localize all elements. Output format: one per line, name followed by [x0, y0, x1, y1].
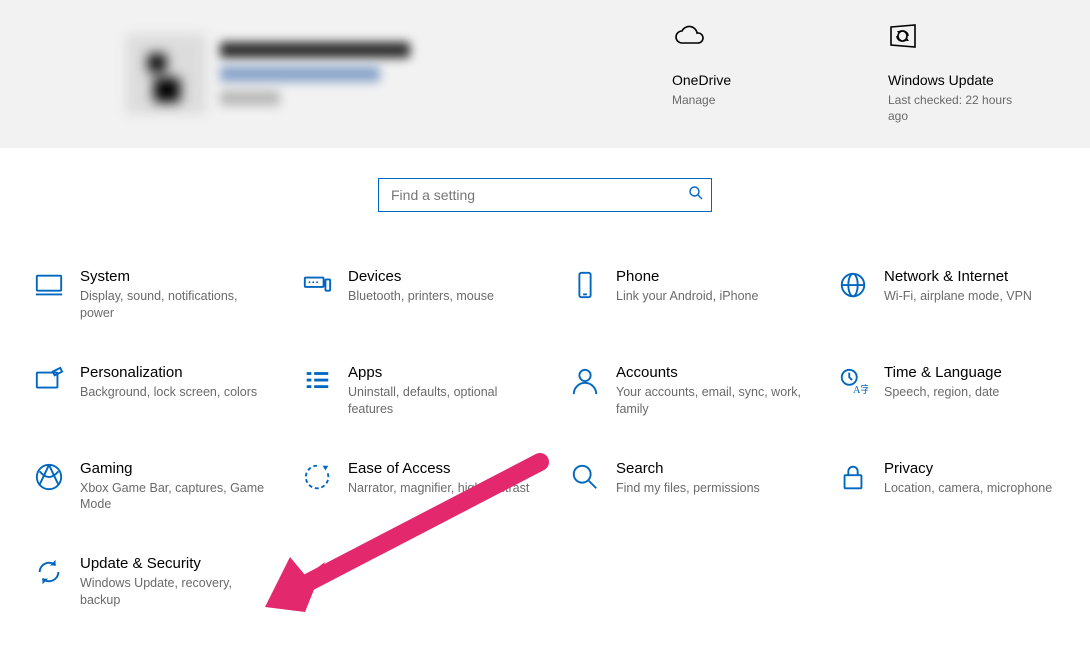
category-devices[interactable]: Devices Bluetooth, printers, mouse	[302, 268, 552, 322]
search-box[interactable]	[378, 178, 712, 212]
windows-update-icon	[888, 24, 1028, 54]
category-system[interactable]: System Display, sound, notifications, po…	[34, 268, 284, 322]
category-subtitle: Link your Android, iPhone	[616, 288, 758, 305]
system-icon	[34, 270, 66, 302]
category-subtitle: Speech, region, date	[884, 384, 1002, 401]
category-subtitle: Narrator, magnifier, high contrast	[348, 480, 529, 497]
category-title: Update & Security	[80, 555, 274, 572]
user-account-summary[interactable]	[126, 24, 446, 124]
category-title: Apps	[348, 364, 542, 381]
status-card-onedrive[interactable]: OneDrive Manage	[672, 24, 812, 124]
devices-icon	[302, 270, 334, 302]
gaming-icon	[34, 462, 66, 494]
category-title: Accounts	[616, 364, 810, 381]
category-title: Search	[616, 460, 760, 477]
svg-text:A字: A字	[853, 383, 868, 396]
category-title: Devices	[348, 268, 494, 285]
category-subtitle: Uninstall, defaults, optional features	[348, 384, 542, 418]
category-subtitle: Background, lock screen, colors	[80, 384, 257, 401]
category-subtitle: Windows Update, recovery, backup	[80, 575, 274, 609]
ease-of-access-icon	[302, 462, 334, 494]
category-title: Gaming	[80, 460, 274, 477]
apps-icon	[302, 366, 334, 398]
winupdate-subtitle: Last checked: 22 hours ago	[888, 92, 1028, 124]
category-subtitle: Bluetooth, printers, mouse	[348, 288, 494, 305]
category-subtitle: Find my files, permissions	[616, 480, 760, 497]
accounts-icon	[570, 366, 602, 398]
category-apps[interactable]: Apps Uninstall, defaults, optional featu…	[302, 364, 552, 418]
onedrive-cloud-icon	[672, 24, 812, 54]
category-title: Personalization	[80, 364, 257, 381]
category-subtitle: Xbox Game Bar, captures, Game Mode	[80, 480, 274, 514]
category-title: Privacy	[884, 460, 1052, 477]
onedrive-title: OneDrive	[672, 72, 812, 88]
category-title: Phone	[616, 268, 758, 285]
category-accounts[interactable]: Accounts Your accounts, email, sync, wor…	[570, 364, 820, 418]
onedrive-subtitle: Manage	[672, 92, 812, 108]
phone-icon	[570, 270, 602, 302]
category-title: Network & Internet	[884, 268, 1032, 285]
search-input[interactable]	[389, 186, 688, 204]
settings-top-band: OneDrive Manage Windows Update Last chec…	[0, 0, 1090, 148]
category-subtitle: Wi-Fi, airplane mode, VPN	[884, 288, 1032, 305]
category-search[interactable]: Search Find my files, permissions	[570, 460, 820, 514]
category-phone[interactable]: Phone Link your Android, iPhone	[570, 268, 820, 322]
status-card-windows-update[interactable]: Windows Update Last checked: 22 hours ag…	[888, 24, 1028, 124]
user-name-redacted	[220, 42, 446, 106]
winupdate-title: Windows Update	[888, 72, 1028, 88]
category-ease-of-access[interactable]: Ease of Access Narrator, magnifier, high…	[302, 460, 552, 514]
category-privacy[interactable]: Privacy Location, camera, microphone	[838, 460, 1088, 514]
personalization-icon	[34, 366, 66, 398]
user-avatar	[126, 34, 206, 114]
category-personalization[interactable]: Personalization Background, lock screen,…	[34, 364, 284, 418]
category-update-security[interactable]: Update & Security Windows Update, recove…	[34, 555, 284, 609]
category-subtitle: Display, sound, notifications, power	[80, 288, 274, 322]
privacy-lock-icon	[838, 462, 870, 494]
category-time-language[interactable]: A字 Time & Language Speech, region, date	[838, 364, 1088, 418]
category-gaming[interactable]: Gaming Xbox Game Bar, captures, Game Mod…	[34, 460, 284, 514]
search-row	[0, 178, 1090, 212]
update-security-icon	[34, 557, 66, 589]
category-title: Ease of Access	[348, 460, 529, 477]
network-icon	[838, 270, 870, 302]
category-title: System	[80, 268, 274, 285]
category-title: Time & Language	[884, 364, 1002, 381]
time-language-icon: A字	[838, 366, 870, 398]
category-network[interactable]: Network & Internet Wi-Fi, airplane mode,…	[838, 268, 1088, 322]
category-subtitle: Your accounts, email, sync, work, family	[616, 384, 810, 418]
search-category-icon	[570, 462, 602, 494]
category-subtitle: Location, camera, microphone	[884, 480, 1052, 497]
settings-category-grid: System Display, sound, notifications, po…	[0, 268, 1090, 609]
search-icon	[688, 185, 703, 205]
